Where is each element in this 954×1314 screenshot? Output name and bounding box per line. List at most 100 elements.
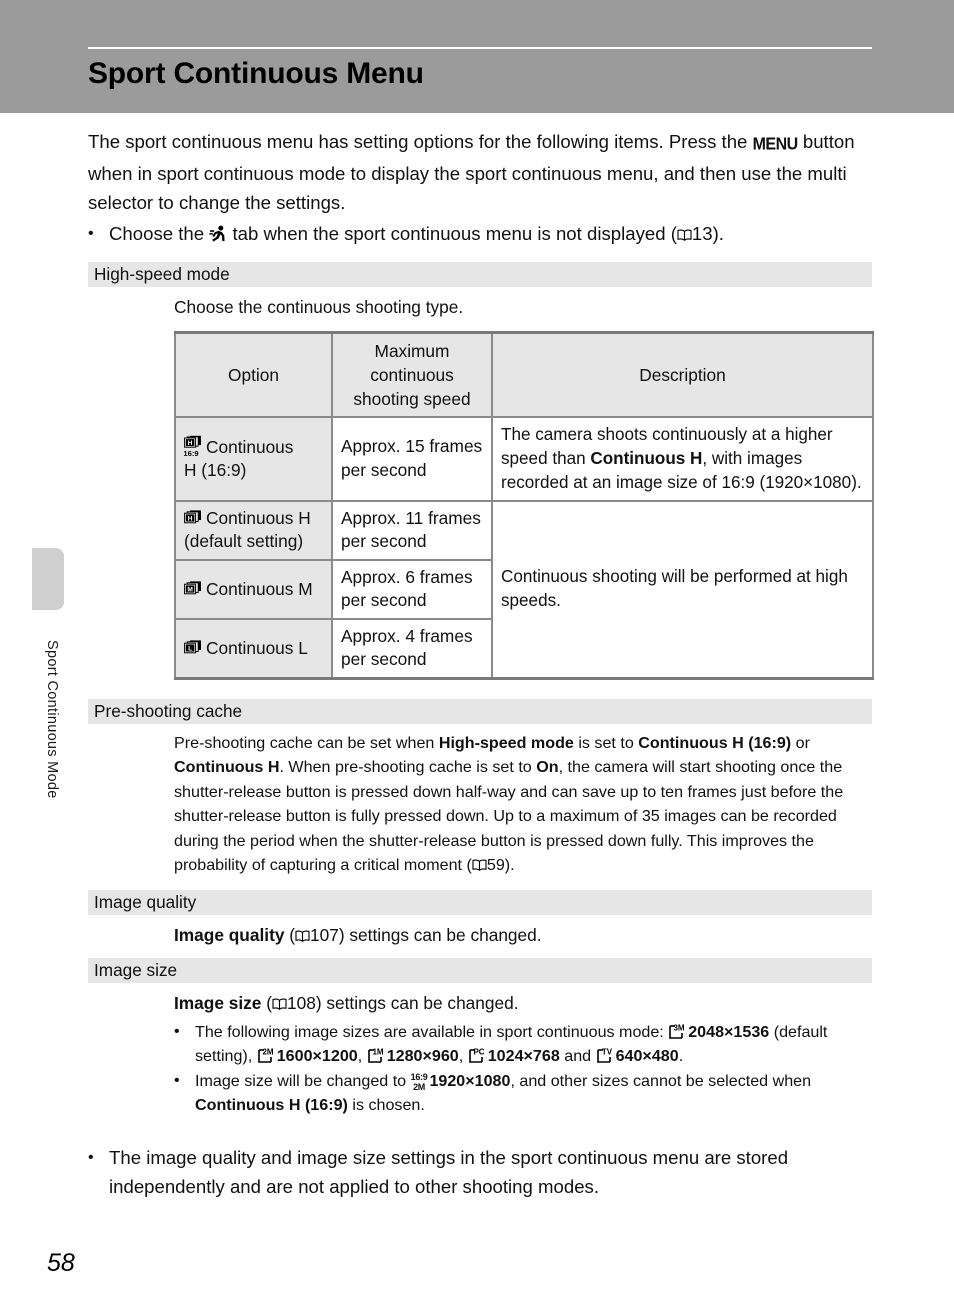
size-entry-3m: 3M 2048×1536 (668, 1023, 769, 1041)
image-size-3m-value: 2048×1536 (688, 1022, 770, 1041)
image-size-bullet-1-wrap: • The following image sizes are availabl… (174, 1020, 872, 1118)
size-entry-2m: 2M 1600×1200 (257, 1047, 358, 1065)
svg-text:L: L (188, 645, 192, 652)
size-entry-pc: PC 1024×768 (468, 1047, 560, 1065)
is-text-1: ( (261, 993, 272, 1013)
section-heading-image-quality: Image quality (88, 889, 872, 915)
bullet-text-before-icon: Choose the (109, 223, 210, 244)
section-heading-pre-shooting-cache: Pre-shooting cache (88, 698, 872, 724)
psc-bold-continuous-h-169: Continuous H (16:9) (638, 733, 792, 752)
image-size-body: Image size (108) settings can be changed… (174, 991, 872, 1017)
image-size-169-value: 1920×1080 (429, 1071, 511, 1090)
option-label-line1: Continuous H (206, 508, 311, 528)
svg-text:2M: 2M (262, 1048, 273, 1057)
page-number: 58 (47, 1249, 75, 1277)
table-row: H Continuous H (default setting) Approx. 1… (174, 499, 874, 679)
intro-bullet: • Choose the tab when the sport continuo… (88, 219, 872, 248)
is-bold-image-size: Image size (174, 993, 262, 1013)
psc-bold-continuous-h: Continuous H (174, 758, 280, 776)
bullet-dot-icon: • (88, 225, 94, 242)
image-size-3m-icon: 3M (668, 1023, 687, 1040)
speed-cell-continuous-l: Approx. 4 frames per second (331, 617, 493, 679)
main-content: The sport continuous menu has setting op… (88, 127, 874, 1201)
bullet-dot-icon: • (174, 1022, 180, 1040)
option-label-line1: Continuous (206, 437, 294, 457)
is-b1-suffix-4: . (678, 1047, 684, 1065)
intro-text-before-menu: The sport continuous menu has setting op… (88, 131, 753, 152)
high-speed-mode-table: Option Maximum continuous shooting speed… (174, 330, 874, 680)
iq-text-1: ( (284, 924, 296, 945)
menu-button-icon: MENU (752, 134, 799, 155)
bullet-text-after-icon: tab when the sport continuous menu is no… (227, 223, 677, 244)
image-size-tv-value: 640×480 (615, 1047, 679, 1065)
image-size-2m-icon: 2M (257, 1047, 276, 1064)
continuous-h-icon: H (184, 509, 203, 527)
bullet-text-end: ). (712, 223, 724, 244)
is-b2-text-2: , and other sizes cannot be selected whe… (510, 1071, 812, 1090)
is-b1-lead: The following image sizes are available … (195, 1022, 669, 1041)
is-text-2: ) settings can be changed. (315, 993, 519, 1013)
image-size-bullet-2: • Image size will be changed to 16:9 2M 19… (174, 1069, 872, 1118)
table-row: H 16:9 Continuous H (16:9) Approx. 15 frame… (174, 415, 874, 502)
svg-text:TV: TV (601, 1048, 612, 1057)
high-speed-mode-lead: Choose the continuous shooting type. (174, 297, 464, 317)
closing-bullet-text: The image quality and image size setting… (109, 1146, 789, 1197)
speed-cell-continuous-m: Approx. 6 frames per second (331, 558, 493, 620)
bullet-dot-icon: • (88, 1148, 94, 1166)
is-b1-suffix-1: , (357, 1047, 367, 1065)
psc-page-ref: 59 (486, 856, 505, 874)
is-b2-text-1: Image size will be changed to (195, 1071, 411, 1090)
column-header-max-speed: Maximum continuous shooting speed (331, 331, 493, 418)
svg-text:M: M (187, 586, 193, 593)
size-entry-tv: TV 640×480 (596, 1047, 679, 1065)
is-b2-bold-continuous-h-169: Continuous H (16:9) (195, 1096, 348, 1114)
option-label-line1: Continuous M (206, 578, 313, 599)
intro-paragraph: The sport continuous menu has setting op… (88, 127, 872, 217)
is-b1-suffix-2: , (458, 1047, 468, 1065)
bullet-page-ref: 13 (691, 223, 713, 244)
continuous-m-icon: M (184, 580, 203, 598)
page-header-band: Sport Continuous Menu (0, 0, 954, 113)
svg-text:PC: PC (473, 1048, 484, 1057)
manual-reference-icon (677, 229, 692, 241)
image-size-bullet-1: • The following image sizes are availabl… (174, 1020, 872, 1069)
svg-text:H: H (188, 440, 193, 447)
desc-bold-continuous-h: Continuous H (590, 448, 703, 468)
continuous-h-169-icon: H 16:9 (184, 435, 203, 459)
image-size-169-2m-icon: 16:9 2M (410, 1072, 428, 1092)
iq-text-2: ) settings can be changed. (338, 924, 542, 945)
header-rule (88, 47, 872, 49)
page-title: Sport Continuous Menu (88, 57, 424, 90)
speed-cell-continuous-h-169: Approx. 15 frames per second (331, 415, 493, 502)
option-cell-continuous-h: H Continuous H (default setting) (174, 499, 333, 561)
psc-text-2: is set to (573, 733, 639, 752)
psc-text-1: Pre-shooting cache can be set when (174, 733, 439, 752)
manual-reference-icon (272, 998, 287, 1010)
speed-cell-continuous-h: Approx. 11 frames per second (331, 499, 493, 561)
chapter-vertical-label: Sport Continuous Mode (44, 640, 60, 799)
column-header-description: Description (491, 331, 874, 418)
manual-reference-icon (472, 859, 487, 871)
bullet-dot-icon: • (174, 1071, 180, 1089)
option-label-line1: Continuous L (206, 637, 308, 658)
iq-bold-image-quality: Image quality (174, 924, 285, 945)
image-size-pc-value: 1024×768 (487, 1047, 560, 1065)
option-cell-continuous-h-169: H 16:9 Continuous H (16:9) (174, 415, 333, 502)
is-b2-text-3: is chosen. (347, 1096, 425, 1114)
svg-text:H: H (188, 515, 193, 522)
option-label-line2: H (16:9) (184, 460, 247, 480)
image-quality-body: Image quality (107) settings can be chan… (174, 923, 872, 949)
icon-169-bottom: 2M (413, 1081, 425, 1092)
continuous-l-icon: L (184, 639, 203, 657)
section-heading-high-speed-mode: High-speed mode (88, 262, 872, 287)
image-size-1m-value: 1280×960 (386, 1047, 459, 1065)
column-header-option: Option (174, 331, 333, 418)
icon-169-top: 16:9 (410, 1072, 428, 1082)
psc-text-4: . When pre-shooting cache is set to (279, 758, 537, 776)
pre-shooting-cache-body: Pre-shooting cache can be set when High-… (174, 731, 872, 878)
description-cell-continuous-h-169: The camera shoots continuously at a high… (491, 415, 874, 502)
manual-reference-icon (295, 930, 310, 942)
size-entry-169-2m: 16:9 2M 1920×1080 (410, 1071, 511, 1092)
option-label-line2: (default setting) (184, 531, 304, 551)
psc-bold-on: On (536, 758, 559, 776)
